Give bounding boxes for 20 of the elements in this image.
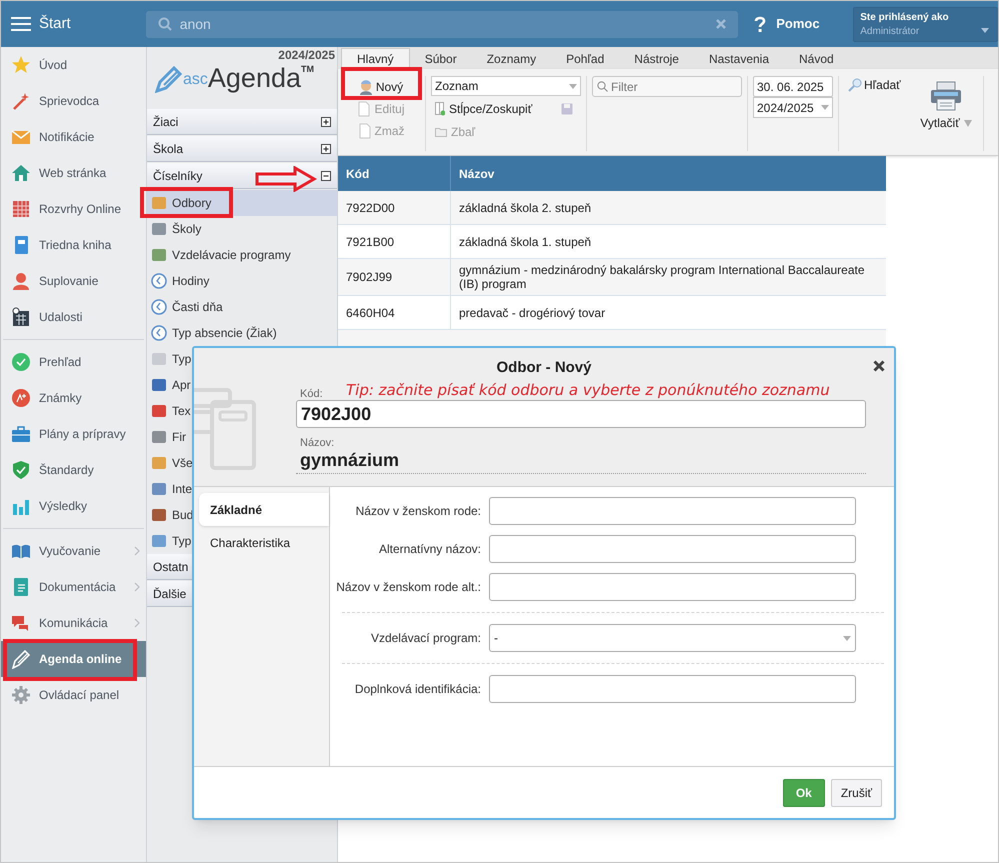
table-cell-text: predavač - drogériový tovar — [458, 304, 606, 322]
tip-text: Tip: začnite písať kód odboru a vyberte z ponúknutého zoznamu — [346, 380, 830, 401]
field-label: Doplnková identifikácia: — [354, 681, 482, 698]
dialog-title: Odbor - Nový — [496, 358, 592, 378]
field-label: Kód: — [300, 387, 323, 402]
table-cell-text: základná škola 1. stupeň — [458, 234, 592, 250]
field-label: Vzdelávací program: — [370, 630, 482, 647]
field-label: Názov v ženskom rode: — [354, 503, 482, 520]
field-label: Názov: — [300, 436, 334, 451]
table-cell: 7902J99 — [338, 259, 451, 295]
user-name: Administrátor — [860, 24, 920, 38]
table-cell-text: gymnázium - medzinárodný bakalársky program International Baccalaureate (IB) program — [458, 262, 866, 293]
table-cell-text: základná škola 2. stupeň — [458, 200, 592, 216]
field-label: Názov v ženskom rode alt.: — [335, 579, 482, 596]
table-cell: 6460H04 — [338, 296, 451, 329]
field-label: Alternatívny názov: — [378, 541, 482, 558]
school-year: 2024/2025 — [278, 48, 335, 62]
table-cell: 7922D00 — [338, 191, 451, 224]
user-caption: Ste prihlásený ako — [860, 10, 950, 24]
table-cell: 7921B00 — [338, 225, 451, 258]
